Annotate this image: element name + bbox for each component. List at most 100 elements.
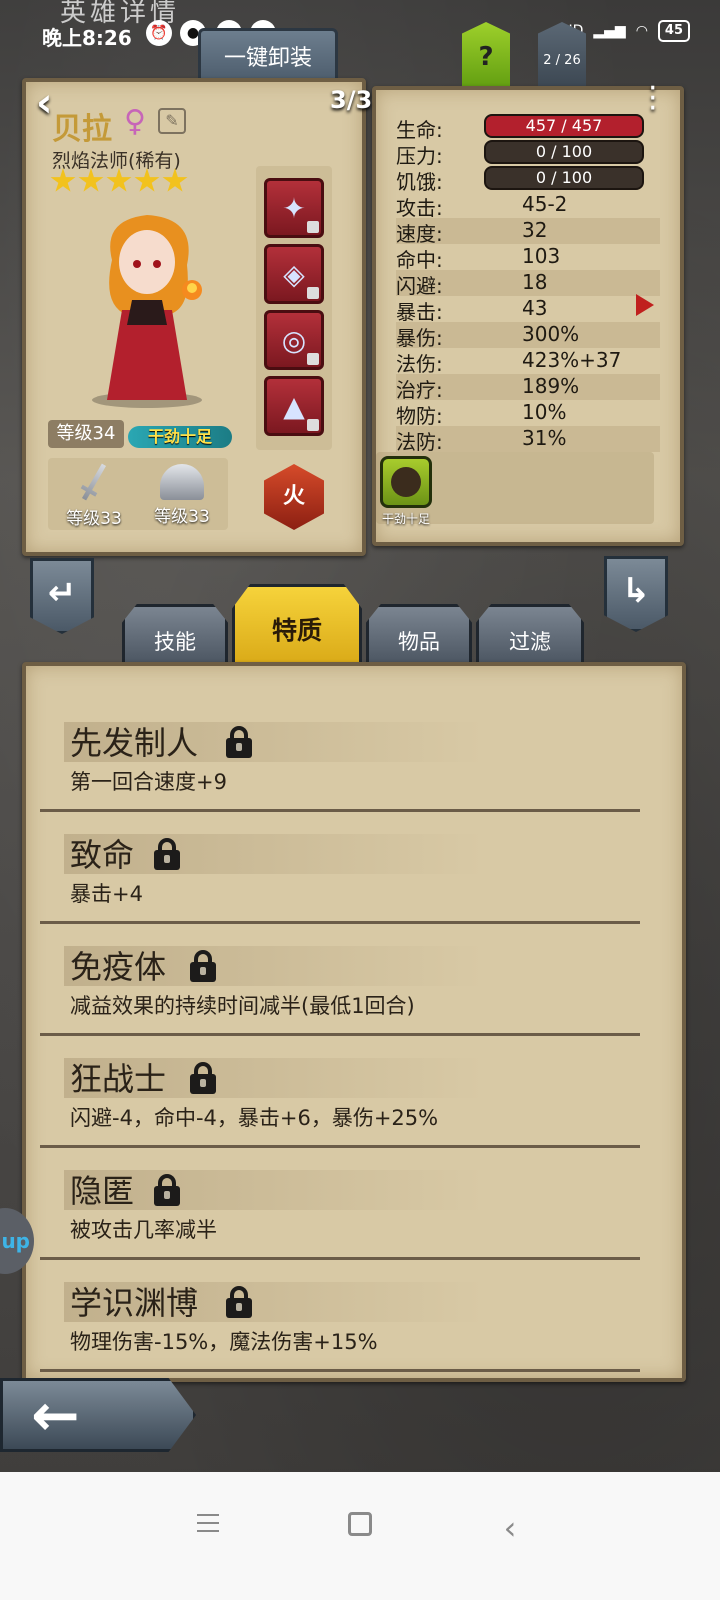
- stat-value: 189%: [522, 374, 580, 398]
- stat-value: 423%+37: [522, 348, 622, 372]
- back-chevron-icon[interactable]: ‹: [36, 80, 52, 126]
- equip-slot-hat[interactable]: ▲: [264, 376, 324, 436]
- gear-row: 等级33 等级33: [48, 458, 228, 530]
- lock-icon: [226, 1286, 252, 1318]
- stat-label: 治疗:: [396, 378, 443, 402]
- menu-icon[interactable]: [188, 1508, 228, 1548]
- edit-name-icon[interactable]: ✎: [158, 108, 186, 134]
- stat-label: 法防:: [396, 430, 443, 454]
- hero-level: 等级34: [48, 420, 124, 448]
- weapon-level: 等级33: [66, 509, 122, 529]
- trait-name: 狂战士: [70, 1060, 167, 1098]
- status-time: 晚上8:26: [42, 26, 132, 50]
- trait-name: 先发制人: [70, 724, 199, 762]
- equip-slot-ring[interactable]: ◎: [264, 310, 324, 370]
- stat-stress: 压力: 0 / 100: [396, 140, 660, 168]
- lock-icon: [190, 1062, 216, 1094]
- tab-items[interactable]: 物品: [366, 604, 472, 666]
- stat-value: 43: [522, 296, 548, 320]
- list-item[interactable]: 免疫体 减益效果的持续时间减半(最低1回合): [40, 924, 640, 1036]
- stat-crit-damage: 暴伤: 300%: [396, 322, 660, 350]
- stat-value: 18: [522, 270, 548, 294]
- status-effect-icon[interactable]: [380, 456, 432, 508]
- helmet-icon: [160, 464, 204, 500]
- stat-label: 暴伤:: [396, 326, 443, 350]
- stat-label: 速度:: [396, 222, 443, 246]
- status-bar: 英雄详情 晚上8:26 ⏰ ● ● ○ HD ▂▄▆ ◠ 45: [0, 0, 720, 70]
- back-arrow-icon: ←: [31, 1381, 80, 1449]
- list-item[interactable]: 狂战士 闪避-4，命中-4，暴击+6，暴伤+25%: [40, 1036, 640, 1148]
- lock-icon: [190, 950, 216, 982]
- stat-hunger: 饥饿: 0 / 100: [396, 166, 660, 194]
- trait-description: 第一回合速度+9: [70, 770, 227, 794]
- expand-arrow-icon[interactable]: [636, 294, 654, 316]
- stat-label: 压力:: [396, 144, 443, 168]
- stat-label: 暴击:: [396, 300, 443, 324]
- stat-magic-defense: 法防: 31%: [396, 426, 660, 454]
- stat-value: 32: [522, 218, 548, 242]
- unequip-all-button[interactable]: 一键卸装: [198, 28, 338, 84]
- signal-icon: ▂▄▆: [593, 23, 626, 39]
- list-item[interactable]: 致命 暴击+4: [40, 812, 640, 924]
- armor-icon: ◈: [283, 257, 305, 291]
- lock-icon: [154, 1174, 180, 1206]
- alarm-icon: ⏰: [146, 20, 172, 46]
- trait-name: 致命: [70, 836, 135, 874]
- stress-bar: 0 / 100: [484, 140, 644, 164]
- wifi-icon: ◠: [635, 23, 648, 39]
- trait-name: 隐匿: [70, 1172, 135, 1210]
- star-icon: [162, 168, 188, 192]
- ring-icon: ◎: [281, 323, 307, 357]
- stat-label: 法伤:: [396, 352, 443, 376]
- lock-icon: [307, 353, 319, 365]
- stat-dodge: 闪避: 18: [396, 270, 660, 298]
- list-item[interactable]: 隐匿 被攻击几率减半: [40, 1148, 640, 1260]
- shuriken-icon: ✦: [282, 191, 306, 225]
- star-icon: [78, 168, 104, 192]
- stat-healing: 治疗: 189%: [396, 374, 660, 402]
- equip-slot-shuriken[interactable]: ✦: [264, 178, 324, 238]
- stat-value: 10%: [522, 400, 567, 424]
- star-icon: [50, 168, 76, 192]
- lock-icon: [307, 287, 319, 299]
- trait-name: 免疫体: [70, 948, 167, 986]
- lock-icon: [307, 419, 319, 431]
- trait-description: 闪避-4，命中-4，暴击+6，暴伤+25%: [70, 1106, 439, 1130]
- lock-icon: [154, 838, 180, 870]
- more-menu-icon[interactable]: · · ·: [648, 74, 660, 124]
- help-button[interactable]: ?: [462, 22, 510, 86]
- stat-physical-defense: 物防: 10%: [396, 400, 660, 428]
- equip-slot-armor[interactable]: ◈: [264, 244, 324, 304]
- list-item[interactable]: 学识渊博 物理伤害-15%，魔法伤害+15%: [40, 1260, 640, 1372]
- stat-label: 命中:: [396, 248, 443, 272]
- stat-label: 饥饿:: [396, 170, 443, 194]
- stat-label: 攻击:: [396, 196, 443, 220]
- rarity-stars: [50, 168, 188, 194]
- lock-icon: [307, 221, 319, 233]
- stat-value: 45-2: [522, 192, 568, 216]
- tab-skills[interactable]: 技能: [122, 604, 228, 666]
- stat-value: 31%: [522, 426, 567, 450]
- status-effect-label: 干劲十足: [381, 512, 430, 526]
- tab-filter[interactable]: 过滤: [476, 604, 584, 666]
- stat-label: 生命:: [396, 118, 443, 142]
- back-button[interactable]: ←: [0, 1378, 196, 1452]
- system-navbar: ‹: [0, 1472, 720, 1600]
- stat-accuracy: 命中: 103: [396, 244, 660, 272]
- sword-icon: [74, 459, 115, 506]
- system-back-icon[interactable]: ‹: [490, 1508, 530, 1548]
- armor-level: 等级33: [154, 507, 210, 527]
- happy-face-icon: [391, 467, 421, 497]
- armor-slot[interactable]: 等级33: [142, 462, 222, 527]
- trait-description: 被攻击几率减半: [70, 1218, 217, 1242]
- status-chip: 干劲十足: [128, 426, 232, 448]
- home-button[interactable]: [340, 1508, 380, 1548]
- tab-traits[interactable]: 特质: [232, 584, 362, 666]
- list-item[interactable]: 先发制人 第一回合速度+9: [40, 700, 640, 812]
- page-indicator: 3/3: [330, 86, 373, 114]
- equipment-column: ✦ ◈ ◎ ▲: [256, 166, 332, 450]
- stat-label: 闪避:: [396, 274, 443, 298]
- female-icon: ♀: [124, 104, 146, 139]
- weapon-slot[interactable]: 等级33: [54, 462, 134, 529]
- stat-attack: 攻击: 45-2: [396, 192, 660, 220]
